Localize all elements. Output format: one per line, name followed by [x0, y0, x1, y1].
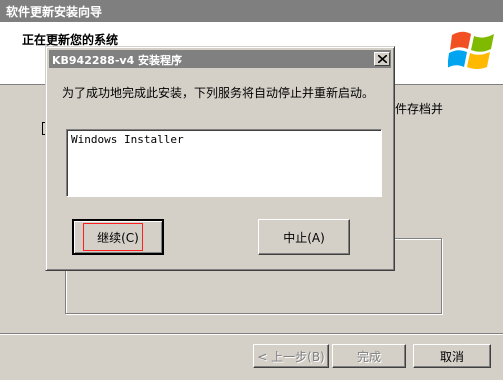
wizard-body-text: 件存档并: [395, 102, 444, 116]
back-button[interactable]: < 上一步(B): [253, 344, 329, 368]
installer-dialog: KB942288-v4 安装程序 为了成功地完成此安装，下列服务将自动停止并重新…: [45, 46, 395, 271]
close-icon[interactable]: [374, 52, 390, 66]
windows-xp-logo-icon: [447, 25, 498, 75]
list-item[interactable]: Windows Installer: [71, 133, 184, 146]
dialog-titlebar[interactable]: KB942288-v4 安装程序: [49, 50, 391, 68]
footer-divider: [0, 333, 503, 335]
wizard-titlebar[interactable]: 软件更新安装向导: [0, 0, 503, 22]
abort-button[interactable]: 中止(A): [258, 219, 350, 255]
service-list[interactable]: Windows Installer: [66, 129, 382, 197]
continue-button-label: 继续(C): [97, 230, 139, 245]
dialog-message: 为了成功地完成此安装，下列服务将自动停止并重新启动。: [62, 86, 375, 100]
cancel-button[interactable]: 取消: [413, 344, 491, 368]
continue-button[interactable]: 继续(C): [72, 219, 164, 255]
dialog-title: KB942288-v4 安装程序: [52, 54, 183, 67]
finish-button[interactable]: 完成: [332, 344, 406, 368]
wizard-title: 软件更新安装向导: [6, 5, 103, 19]
